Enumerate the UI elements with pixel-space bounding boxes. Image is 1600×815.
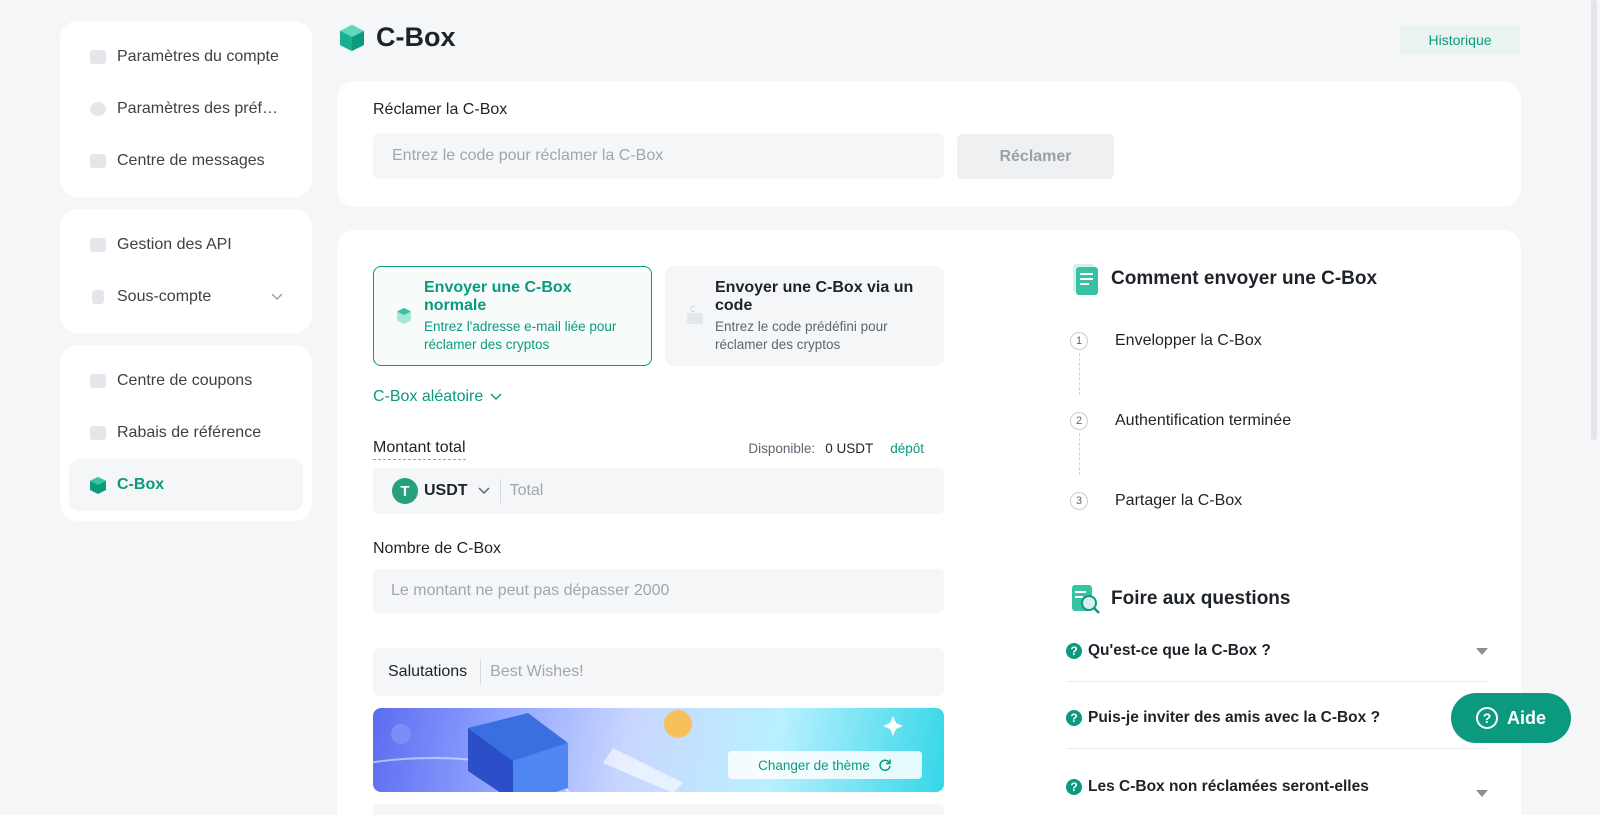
cube-icon [394, 306, 414, 326]
next-field [373, 804, 944, 815]
cbox-count-input[interactable] [373, 569, 944, 613]
chevron-down-icon[interactable] [478, 487, 490, 495]
svg-text:C: C [690, 306, 696, 314]
theme-banner: Changer de thème [373, 708, 944, 792]
document-icon [1070, 262, 1100, 296]
faq-title: Foire aux questions [1111, 588, 1291, 609]
faq-question: Les C-Box non réclamées seront-elles [1088, 777, 1369, 795]
greeting-field: Salutations [373, 648, 944, 696]
scrollbar[interactable] [1591, 0, 1597, 440]
sidebar-group-api: Gestion des API Sous-compte [60, 209, 312, 333]
faq-item[interactable]: ? Puis-je inviter des amis avec la C-Box… [1066, 709, 1488, 749]
send-code-option[interactable]: C Envoyer une C-Box via un code Entrez l… [665, 266, 944, 366]
total-amount-input[interactable] [509, 468, 944, 514]
page-title: C-Box [376, 22, 456, 52]
help-label: Aide [1506, 707, 1546, 728]
sidebar: Paramètres du compte Paramètres des préf… [60, 21, 312, 533]
deposit-link[interactable]: dépôt [890, 441, 924, 456]
sidebar-item-api[interactable]: Gestion des API [69, 219, 303, 271]
referral-icon [89, 424, 107, 442]
faq-question: Qu'est-ce que la C-Box ? [1088, 642, 1271, 659]
page-header: C-Box [340, 22, 456, 53]
claim-label: Réclamer la C-Box [373, 101, 508, 118]
history-button[interactable]: Historique [1400, 25, 1520, 55]
step-number: 3 [1070, 492, 1088, 510]
step-1: 1 Envelopper la C-Box [1070, 332, 1262, 350]
random-cbox-label: C-Box aléatoire [373, 388, 484, 405]
faq-header: Foire aux questions [1070, 582, 1290, 616]
usdt-icon: T [392, 478, 418, 504]
coupon-icon [89, 372, 107, 390]
sidebar-item-account-settings[interactable]: Paramètres du compte [69, 31, 303, 83]
question-icon: ? [1066, 643, 1082, 659]
available-label: Disponible: [748, 441, 816, 456]
how-to-title: Comment envoyer une C-Box [1111, 268, 1378, 289]
claim-section: Réclamer la C-Box Réclamer [337, 81, 1521, 207]
coin-selector[interactable]: USDT [424, 482, 468, 500]
sidebar-item-preferences[interactable]: Paramètres des préférences [69, 83, 303, 135]
question-icon: ? [1066, 778, 1082, 795]
faq-item[interactable]: ? Qu'est-ce que la C-Box ? [1066, 642, 1488, 682]
send-code-title: Envoyer une C-Box via un code [715, 278, 914, 314]
refresh-icon [879, 759, 891, 772]
step-text: Envelopper la C-Box [1115, 332, 1262, 349]
step-text: Authentification terminée [1115, 412, 1292, 429]
greeting-label: Salutations [388, 663, 468, 680]
faq-question: Puis-je inviter des amis avec la C-Box ? [1088, 709, 1381, 726]
claim-button[interactable]: Réclamer [957, 134, 1114, 179]
question-icon: ? [1066, 710, 1082, 726]
step-2: 2 Authentification terminée [1070, 412, 1291, 430]
sidebar-item-messages[interactable]: Centre de messages [69, 135, 303, 187]
sidebar-item-coupons[interactable]: Centre de coupons [69, 355, 303, 407]
subaccount-icon [89, 288, 107, 306]
total-amount-field: T USDT [373, 468, 944, 514]
send-normal-desc: Entrez l'adresse e-mail liée pour réclam… [424, 318, 617, 352]
random-cbox-dropdown[interactable]: C-Box aléatoire [373, 388, 502, 406]
help-icon: ? [1475, 707, 1498, 729]
send-section: Envoyer une C-Box normale Entrez l'adres… [337, 230, 1521, 815]
change-theme-label: Changer de thème [758, 757, 870, 773]
faq-item[interactable]: ? Les C-Box non réclamées seront-elles [1066, 776, 1488, 815]
send-code-desc: Entrez le code prédéfini pour réclamer d… [715, 318, 888, 352]
chevron-down-icon [490, 393, 502, 401]
sidebar-group-account: Paramètres du compte Paramètres des préf… [60, 21, 312, 197]
greeting-input[interactable] [490, 648, 944, 696]
send-normal-option[interactable]: Envoyer une C-Box normale Entrez l'adres… [373, 266, 652, 366]
caret-down-icon [1476, 790, 1488, 797]
faq-search-icon [1070, 582, 1100, 616]
divider [499, 479, 501, 503]
divider [480, 660, 482, 684]
gift-box-illustration-icon [373, 710, 903, 792]
cbox-count-label: Nombre de C-Box [373, 540, 502, 557]
total-amount-label: Montant total [373, 439, 466, 460]
user-icon [89, 48, 107, 66]
sidebar-item-subaccount[interactable]: Sous-compte [69, 271, 303, 323]
cbox-logo-icon [340, 24, 364, 51]
change-theme-button[interactable]: Changer de thème [728, 751, 922, 779]
available-balance: Disponible: 0 USDT dépôt [748, 441, 924, 456]
chevron-down-icon [271, 290, 283, 304]
api-icon [89, 236, 107, 254]
caret-down-icon [1476, 647, 1488, 655]
available-value: 0 USDT [825, 441, 874, 456]
step-connector [1079, 353, 1080, 395]
message-icon [89, 152, 107, 170]
sidebar-group-rewards: Centre de coupons Rabais de référence C-… [60, 345, 312, 521]
code-box-icon: C [685, 305, 705, 326]
preferences-icon [89, 100, 107, 118]
step-number: 1 [1070, 332, 1088, 350]
cbox-icon [89, 476, 107, 494]
step-3: 3 Partager la C-Box [1070, 492, 1242, 510]
how-to-header: Comment envoyer une C-Box [1070, 262, 1377, 296]
step-connector [1079, 433, 1080, 475]
claim-code-input[interactable] [373, 133, 944, 179]
help-button[interactable]: ? Aide [1451, 693, 1571, 743]
sidebar-item-referral[interactable]: Rabais de référence [69, 407, 303, 459]
send-normal-title: Envoyer une C-Box normale [424, 278, 572, 314]
step-text: Partager la C-Box [1115, 492, 1243, 509]
step-number: 2 [1070, 412, 1088, 430]
sidebar-item-cbox[interactable]: C-Box [69, 459, 303, 511]
